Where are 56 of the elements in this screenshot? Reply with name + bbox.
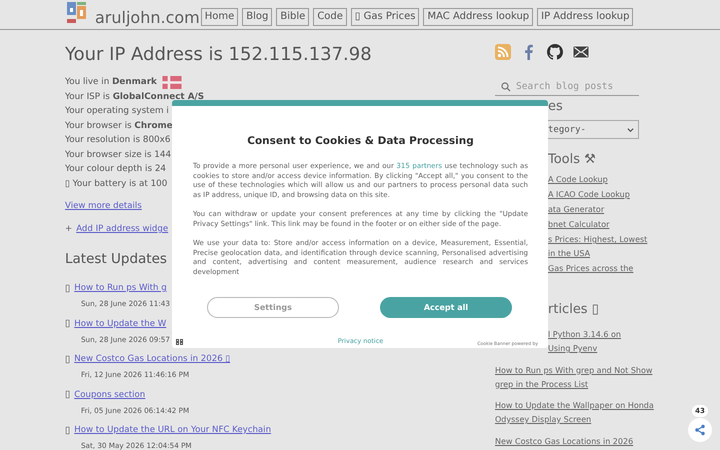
info-text: Your colour depth is 24 xyxy=(65,163,166,176)
nav-link[interactable]: Bible xyxy=(276,8,310,26)
article-link[interactable]: How to Update the Wallpaper on Honda Odyssey Display Screen xyxy=(495,399,654,428)
settings-button[interactable]: Settings xyxy=(207,297,339,318)
post-icon: ▯ xyxy=(65,282,70,294)
article-link[interactable]: l Python 3.14.6 on Using Pyenv xyxy=(548,328,621,357)
post-icon: ▯ xyxy=(65,318,70,329)
share-icon xyxy=(694,424,706,436)
tool-link[interactable]: Gas Prices across the xyxy=(548,262,665,277)
tool-link[interactable]: A Code Lookup xyxy=(548,173,665,188)
nav-link[interactable]: MAC Address lookup xyxy=(423,8,534,26)
chevron-icon xyxy=(627,126,634,132)
section-heading: Tools ⚒ xyxy=(548,151,597,169)
info-text: Your ISP is GlobalConnect A/S xyxy=(65,90,204,104)
site-name[interactable]: aruljohn.com xyxy=(95,8,200,27)
github-icon[interactable] xyxy=(547,44,563,60)
nav-link[interactable]: Home xyxy=(200,8,238,26)
logo-icon[interactable] xyxy=(67,2,87,24)
post-icon: ▯ xyxy=(65,424,70,436)
post-link[interactable]: How to Run ps With g xyxy=(74,281,167,295)
share-button[interactable] xyxy=(688,418,712,442)
mail-icon[interactable] xyxy=(573,44,589,60)
tool-link[interactable]: bnet Calculator xyxy=(548,218,665,233)
info-text: Your browser size is 144 xyxy=(65,148,172,162)
article-link[interactable]: New Costco Gas Locations in 2026 xyxy=(495,434,634,450)
nav-link[interactable]: ▯ Gas Prices xyxy=(350,8,420,26)
accept-button[interactable]: Accept all xyxy=(380,297,512,318)
category-select[interactable]: tegory- xyxy=(548,120,639,139)
post-link[interactable]: New Costco Gas Locations in 2026 ▯ xyxy=(74,352,230,366)
search-field[interactable]: Search blog posts xyxy=(495,78,639,96)
info-text: Your browser is Chrome xyxy=(65,120,173,132)
post-icon: ▯ xyxy=(65,389,70,400)
nav-link[interactable]: Code xyxy=(313,8,347,26)
nav-link[interactable]: IP Address lookup xyxy=(537,8,634,26)
post-link[interactable]: How to Update the W xyxy=(74,316,166,330)
post-link[interactable]: Coupons section xyxy=(74,388,146,402)
info-text: You live in Denmark xyxy=(65,76,157,89)
search-icon xyxy=(501,82,511,92)
widget-link[interactable]: Add IP address widge xyxy=(76,222,168,236)
tool-link[interactable]: s Prices: Highest, Lowest in the USA xyxy=(548,233,665,262)
tool-link[interactable]: A ICAO Code Lookup xyxy=(548,188,665,203)
tool-link[interactable]: ata Generator xyxy=(548,203,665,218)
info-text: Your operating system i xyxy=(65,105,169,118)
plus-icon: + xyxy=(65,222,72,236)
page-title: Your IP Address is 152.115.137.98 xyxy=(65,44,372,66)
section-heading: rticles ▯ xyxy=(548,301,600,319)
section-heading: es xyxy=(548,99,564,115)
post-icon: ▯ xyxy=(65,354,70,364)
dialog-title: Consent to Cookies & Data Processing xyxy=(246,135,475,147)
view-details-link[interactable]: View more details xyxy=(65,199,142,213)
article-link[interactable]: How to Run ps With grep and Not Show grep in the Process List xyxy=(495,364,652,392)
post-link[interactable]: How to Update the URL on Your NFC Keychain xyxy=(74,423,272,437)
info-text: ▯ Your battery is at 100 xyxy=(65,178,168,190)
section-heading: Latest Updates xyxy=(65,250,167,268)
info-text: Your resolution is 800x6 xyxy=(65,134,170,147)
nav-link[interactable]: Blog xyxy=(242,8,272,26)
